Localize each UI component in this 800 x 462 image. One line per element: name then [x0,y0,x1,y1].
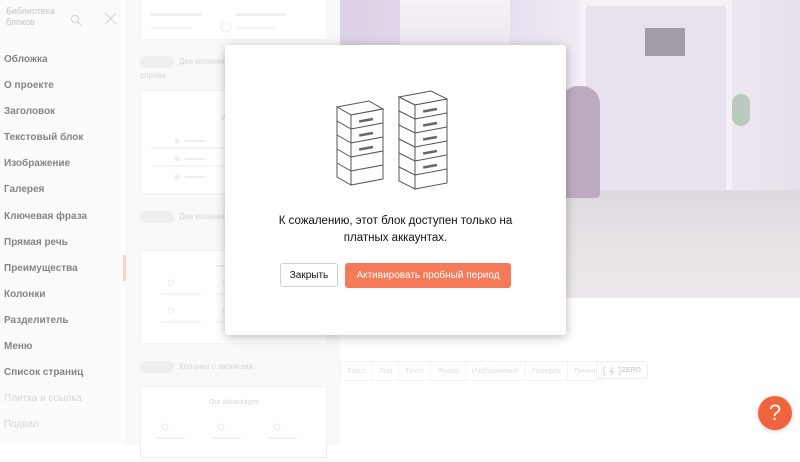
file-cabinets-illustration [331,89,461,202]
paid-feature-dialog: К сожалению, этот блок доступен только н… [225,45,566,335]
activate-trial-button[interactable]: Активировать пробный период [345,263,511,288]
help-button[interactable]: ? [758,396,792,430]
close-button[interactable]: Закрыть [280,263,338,287]
dialog-message: К сожалению, этот блок доступен только н… [278,215,513,244]
